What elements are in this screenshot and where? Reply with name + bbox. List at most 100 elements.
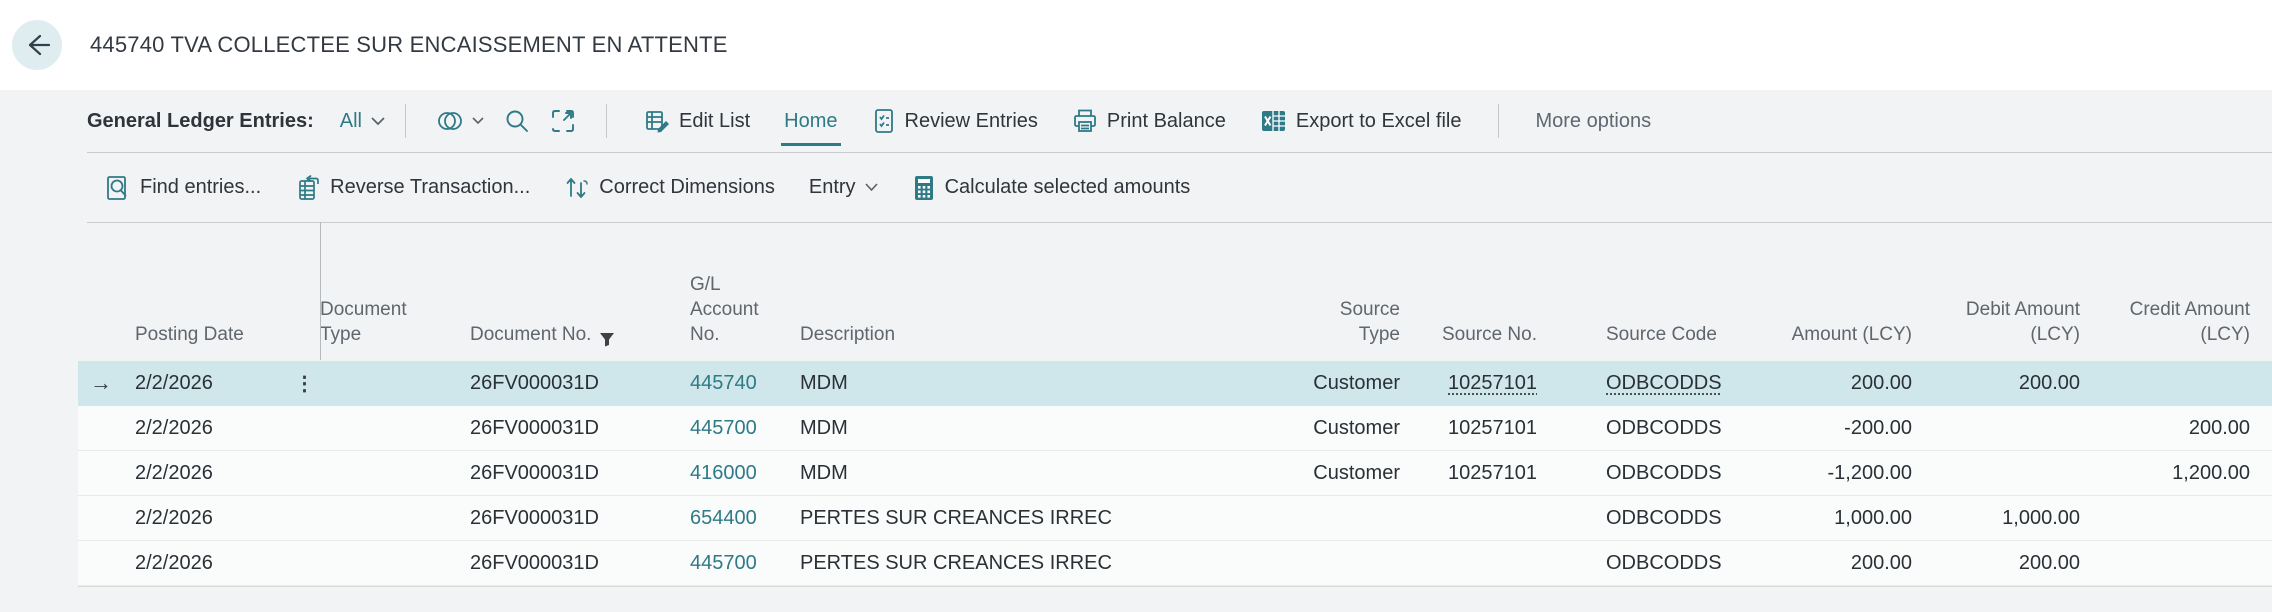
export-excel-button[interactable]: Export to Excel file: [1260, 108, 1462, 134]
more-options-button[interactable]: More options: [1535, 110, 1651, 133]
review-entries-button[interactable]: Review Entries: [872, 108, 1038, 134]
search-icon: [504, 108, 530, 134]
document-no-cell[interactable]: 26FV000031D: [470, 372, 690, 395]
table-row[interactable]: → 2/2/2026 ⋮ 26FV000031D 445740 MDM Cust…: [78, 361, 2272, 406]
amount-cell[interactable]: 1,000.00: [1782, 507, 1912, 530]
table-row[interactable]: 2/2/2026 26FV000031D 416000 MDM Customer…: [78, 451, 2272, 496]
document-no-cell[interactable]: 26FV000031D: [470, 552, 690, 575]
description-cell[interactable]: MDM: [800, 462, 1295, 485]
debit-amount-cell[interactable]: 200.00: [1912, 552, 2080, 575]
gl-account-no-link[interactable]: 445700: [690, 417, 800, 440]
col-header-source-code[interactable]: Source Code: [1537, 322, 1782, 361]
reverse-transaction-icon: [295, 175, 321, 201]
description-cell[interactable]: PERTES SUR CREANCES IRREC: [800, 552, 1295, 575]
source-code-cell[interactable]: ODBCODDS: [1537, 462, 1782, 485]
correct-dimensions-button[interactable]: Correct Dimensions: [564, 175, 775, 201]
source-type-cell[interactable]: Customer: [1295, 417, 1400, 440]
credit-amount-cell[interactable]: 200.00: [2080, 417, 2272, 440]
list-toolbar: General Ledger Entries: All: [0, 90, 2272, 152]
source-no-cell[interactable]: 10257101: [1400, 462, 1537, 485]
col-header-debit-amount-lcy[interactable]: Debit Amount (LCY): [1912, 297, 2080, 361]
printer-icon: [1072, 108, 1098, 134]
chevron-down-icon: [865, 183, 878, 192]
gl-account-no-link[interactable]: 445740: [690, 372, 800, 395]
selected-row-arrow-icon: →: [78, 370, 135, 396]
toolbar-divider: [1498, 104, 1499, 138]
amount-cell[interactable]: 200.00: [1782, 372, 1912, 395]
posting-date-cell[interactable]: 2/2/2026: [135, 372, 290, 395]
review-entries-icon: [872, 108, 896, 134]
chevron-down-icon: [472, 117, 484, 125]
source-code-cell: ODBCODDS: [1537, 372, 1782, 395]
search-button[interactable]: [504, 108, 530, 134]
posting-date-cell[interactable]: 2/2/2026: [135, 462, 290, 485]
toolbar-divider: [405, 104, 406, 138]
frozen-pane-divider: [320, 222, 321, 360]
filter-icon: [599, 332, 615, 347]
edit-list-button[interactable]: Edit List: [644, 108, 750, 134]
posting-date-cell[interactable]: 2/2/2026: [135, 417, 290, 440]
toolbar-divider: [606, 104, 607, 138]
document-no-cell[interactable]: 26FV000031D: [470, 417, 690, 440]
list-caption: General Ledger Entries:: [87, 110, 314, 133]
print-balance-button[interactable]: Print Balance: [1072, 108, 1226, 134]
document-no-cell[interactable]: 26FV000031D: [470, 462, 690, 485]
source-no-cell: 10257101: [1400, 372, 1537, 395]
col-header-description[interactable]: Description: [800, 322, 1295, 361]
credit-amount-cell[interactable]: 1,200.00: [2080, 462, 2272, 485]
debit-amount-cell[interactable]: 1,000.00: [1912, 507, 2080, 530]
tab-home[interactable]: Home: [784, 110, 837, 133]
copilot-icon: [436, 108, 466, 134]
posting-date-cell[interactable]: 2/2/2026: [135, 507, 290, 530]
col-header-gl-account-no[interactable]: G/L Account No.: [690, 272, 800, 361]
excel-icon: [1260, 108, 1287, 134]
find-entries-icon: [105, 175, 131, 201]
source-no-cell[interactable]: 10257101: [1400, 417, 1537, 440]
calculator-icon: [912, 175, 936, 201]
table-row[interactable]: 2/2/2026 26FV000031D 445700 MDM Customer…: [78, 406, 2272, 451]
amount-cell[interactable]: -1,200.00: [1782, 462, 1912, 485]
table-row[interactable]: 2/2/2026 26FV000031D 654400 PERTES SUR C…: [78, 496, 2272, 541]
reverse-transaction-button[interactable]: Reverse Transaction...: [295, 175, 530, 201]
col-header-posting-date[interactable]: Posting Date: [135, 322, 290, 361]
gl-account-no-link[interactable]: 445700: [690, 552, 800, 575]
source-code-cell[interactable]: ODBCODDS: [1537, 417, 1782, 440]
correct-dimensions-icon: [564, 175, 590, 201]
source-type-cell[interactable]: Customer: [1295, 462, 1400, 485]
posting-date-cell[interactable]: 2/2/2026: [135, 552, 290, 575]
copilot-button[interactable]: [436, 108, 484, 134]
source-code-cell[interactable]: ODBCODDS: [1537, 552, 1782, 575]
col-header-document-no[interactable]: Document No.: [470, 322, 690, 361]
scope-filter-dropdown[interactable]: All: [340, 110, 385, 133]
description-cell[interactable]: PERTES SUR CREANCES IRREC: [800, 507, 1295, 530]
amount-cell[interactable]: 200.00: [1782, 552, 1912, 575]
focus-mode-icon: [550, 108, 576, 134]
col-header-document-type[interactable]: Document Type: [320, 297, 470, 361]
col-header-source-no[interactable]: Source No.: [1400, 322, 1537, 361]
description-cell[interactable]: MDM: [800, 417, 1295, 440]
gl-account-no-link[interactable]: 416000: [690, 462, 800, 485]
entry-dropdown[interactable]: Entry: [809, 176, 878, 199]
col-header-credit-amount-lcy[interactable]: Credit Amount (LCY): [2080, 297, 2272, 361]
table-bottom-border: [78, 586, 2272, 587]
find-entries-button[interactable]: Find entries...: [105, 175, 261, 201]
calculate-selected-amounts-button[interactable]: Calculate selected amounts: [912, 175, 1191, 201]
table-row[interactable]: 2/2/2026 26FV000031D 445700 PERTES SUR C…: [78, 541, 2272, 586]
row-menu-button[interactable]: ⋮: [290, 371, 320, 396]
source-type-cell[interactable]: Customer: [1295, 372, 1400, 395]
col-header-source-type[interactable]: Source Type: [1295, 297, 1400, 361]
source-code-cell[interactable]: ODBCODDS: [1537, 507, 1782, 530]
amount-cell[interactable]: -200.00: [1782, 417, 1912, 440]
description-cell[interactable]: MDM: [800, 372, 1295, 395]
page-title: 445740 TVA COLLECTEE SUR ENCAISSEMENT EN…: [90, 32, 728, 58]
action-bar: Find entries... Reverse Transaction... C…: [0, 153, 2272, 222]
document-no-cell[interactable]: 26FV000031D: [470, 507, 690, 530]
gl-account-no-link[interactable]: 654400: [690, 507, 800, 530]
focus-mode-button[interactable]: [550, 108, 576, 134]
page-content: General Ledger Entries: All: [0, 90, 2272, 612]
col-header-amount-lcy[interactable]: Amount (LCY): [1782, 322, 1912, 361]
debit-amount-cell[interactable]: 200.00: [1912, 372, 2080, 395]
chevron-down-icon: [371, 117, 385, 126]
table-header: Posting Date Document Type Document No. …: [78, 223, 2272, 361]
back-button[interactable]: [12, 20, 62, 70]
